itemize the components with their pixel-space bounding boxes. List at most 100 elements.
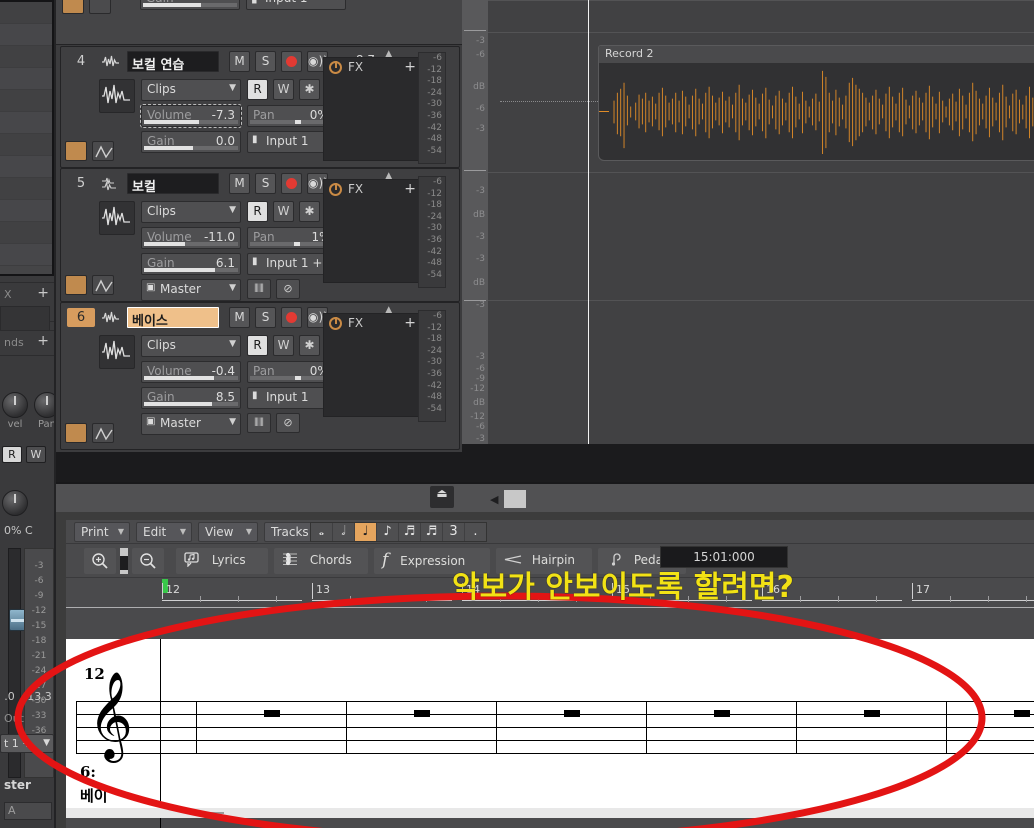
source-select[interactable]: Clips ▼ [141,79,241,101]
mixer-read-button[interactable]: R [2,446,22,463]
mixer-row[interactable] [0,156,52,178]
quarter-note-button[interactable]: ♩ [355,523,376,541]
track-inspector-icon[interactable] [65,141,87,161]
gain-control[interactable]: Gain 8.5 [141,387,241,409]
track-row-6[interactable]: 6 베이스 M S ◉)) ▲▬ [60,302,460,450]
source-select[interactable]: Clips ▼ [141,335,241,357]
chevron-down-icon[interactable]: ▼ [229,283,236,293]
volume-control[interactable]: Volume -0.4 [141,361,241,383]
mixer-pan-knob-wrap[interactable] [2,490,28,516]
level-knob[interactable] [2,392,28,418]
mixer-row[interactable] [0,134,52,156]
track-lane-4[interactable]: Record 2 [488,32,1034,172]
volume-slider[interactable] [144,376,238,380]
track-number[interactable]: 4 [67,52,95,71]
freeze-button[interactable]: ✱ [299,79,320,100]
gain-control-partial[interactable]: Gain [140,0,240,10]
menu-print[interactable]: Print ▼ [74,522,130,542]
sixteenth-note-button[interactable]: ♬ [399,523,420,541]
track-inspector-icon[interactable] [65,423,87,443]
read-automation-button[interactable]: R [247,335,268,356]
zoom-slider[interactable] [120,548,128,574]
track-number[interactable]: 5 [67,174,95,193]
mixer-row[interactable] [0,46,52,68]
track-name-field[interactable]: 보컬 연습 [127,51,219,73]
track-automation-icon[interactable] [92,141,114,161]
chevron-down-icon[interactable]: ▼ [180,527,186,536]
whole-rest[interactable] [864,710,880,717]
whole-rest[interactable] [1014,710,1030,717]
output-select[interactable]: ▣ Master ▼ [141,279,241,301]
track-lane-6[interactable] [488,300,1034,450]
power-icon[interactable] [329,183,342,196]
track-lane-5[interactable] [488,172,1034,300]
mixer-automation-button[interactable]: A [4,802,52,820]
gain-control[interactable]: Gain 6.1 [141,253,241,275]
audio-clip[interactable]: Record 2 [598,45,1034,161]
eject-icon[interactable]: ⏏ [430,486,454,508]
write-automation-button[interactable]: W [273,79,294,100]
solo-button[interactable]: S [255,51,276,72]
mixer-row[interactable] [0,24,52,46]
level-knob-wrap[interactable]: vel [2,392,28,430]
track-inspector-icon[interactable] [65,275,87,295]
music-staff-canvas[interactable]: 12 𝄞 6: 베이스 [66,639,1034,828]
gain-slider[interactable] [144,268,238,272]
mixer-row[interactable] [0,68,52,90]
read-automation-button[interactable]: R [247,201,268,222]
fx-add-icon[interactable]: + [404,181,416,197]
mixer-row[interactable] [0,90,52,112]
edit-cursor[interactable] [160,639,161,828]
input-select-partial[interactable]: ▮ Input 1 ▼ [246,0,346,10]
mixer-track-list[interactable] [0,0,54,276]
fx-panel[interactable]: FX + [323,313,423,417]
power-icon[interactable] [329,61,342,74]
whole-note-button[interactable]: 𝅝 [311,523,332,541]
resize-grip[interactable] [206,812,224,814]
track-automation-icon[interactable] [92,423,114,443]
mixer-fx-add-icon[interactable]: + [37,285,49,301]
playhead-cursor[interactable] [588,0,589,452]
chevron-down-icon[interactable]: ▼ [229,339,236,349]
mixer-fx-block[interactable]: X + [0,282,54,340]
whole-rest[interactable] [714,710,730,717]
volume-control[interactable]: Volume -7.3 [140,104,242,128]
power-icon[interactable] [329,317,342,330]
phase-invert-button[interactable]: ⊘ [276,279,300,299]
mute-button[interactable]: M [229,173,250,194]
eighth-note-button[interactable]: ♪ [377,523,398,541]
record-arm-button[interactable] [281,51,302,72]
mixer-sends-add-icon[interactable]: + [37,333,49,349]
zoom-in-button[interactable] [84,548,116,574]
mixer-row[interactable] [0,112,52,134]
triplet-button[interactable]: 3 [443,523,464,541]
track-name-field[interactable]: 베이스 [127,307,219,329]
chevron-down-icon[interactable]: ▼ [118,527,124,536]
meter-toggle-button[interactable]: ⦀⦀ [247,279,271,299]
track-name-field[interactable]: 보컬 [127,173,219,195]
menu-edit[interactable]: Edit ▼ [136,522,192,542]
chords-tool[interactable]: Chords [274,548,368,574]
zoom-out-button[interactable] [132,548,164,574]
track-row-4[interactable]: 4 보컬 연습 M S ◉)) -8.7 ▲▬ [60,46,460,168]
fx-panel[interactable]: FX + [323,179,423,283]
pan-knob[interactable] [34,392,54,418]
gain-control[interactable]: Gain 0.0 [141,131,241,153]
read-automation-button[interactable]: R [247,79,268,100]
record-arm-button[interactable] [281,307,302,328]
mixer-pan-knob[interactable] [2,490,28,516]
tracklist-scrollbar[interactable]: ⏏ [56,482,462,512]
mixer-sends-block[interactable]: nds + [0,330,54,356]
solo-button[interactable]: S [255,307,276,328]
thirtysecond-note-button[interactable]: ♬ [421,523,442,541]
volume-slider[interactable] [144,120,238,124]
mixer-write-button[interactable]: W [26,446,46,463]
gain-slider[interactable] [143,3,237,7]
chevron-down-icon[interactable]: ▼ [43,738,50,748]
staff-footer-bar[interactable] [66,808,1034,818]
volume-slider[interactable] [144,242,238,246]
track-lane-partial[interactable] [488,0,1034,32]
mute-button[interactable]: M [229,307,250,328]
mixer-row[interactable] [0,178,52,200]
scrollbar-thumb[interactable] [504,490,526,508]
